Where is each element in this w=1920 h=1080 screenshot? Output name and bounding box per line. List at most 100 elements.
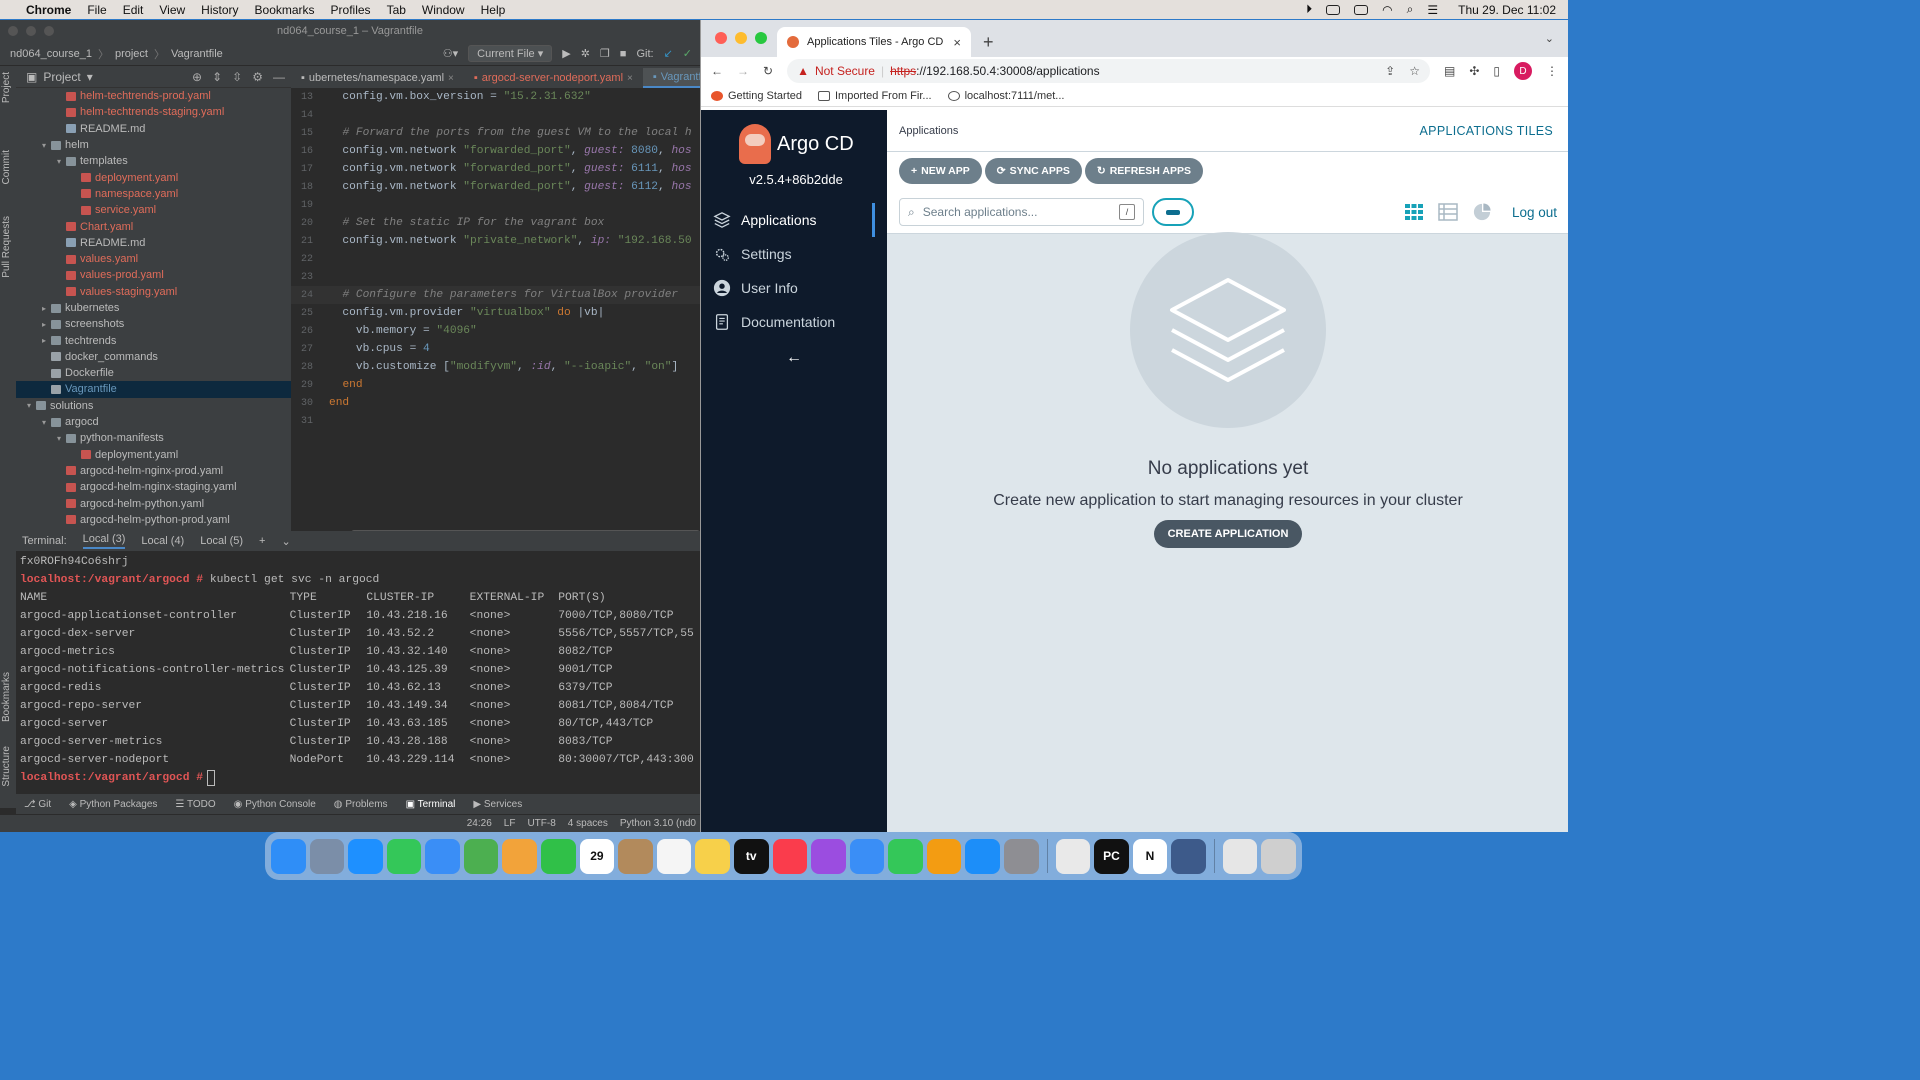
ide-minimize-button[interactable] [26,26,36,36]
menu-profiles[interactable]: Profiles [331,3,371,17]
expand-all-icon[interactable]: ⇕ [212,70,222,84]
line-separator[interactable]: LF [504,818,516,829]
services-tool-button[interactable]: ▶ Services [473,799,522,810]
tree-item[interactable]: ▸ screenshots [16,316,291,332]
menu-edit[interactable]: Edit [123,3,144,17]
coverage-icon[interactable]: ❐ [600,47,610,60]
refresh-apps-button[interactable]: ↻ REFRESH APPS [1084,158,1203,184]
tiles-view-icon[interactable] [1404,203,1424,221]
spotlight-search-icon[interactable]: ⌕ [1407,2,1414,17]
address-bar[interactable]: ▲ Not Secure | https://192.168.50.4:3000… [787,59,1430,83]
terminal-output[interactable]: fx0ROFh94Co6shrj localhost:/vagrant/argo… [16,551,700,789]
tree-item[interactable]: deployment.yaml [16,447,291,463]
gear-icon[interactable]: ⚙ [252,70,263,84]
breadcrumb-project[interactable]: nd064_course_1 [10,48,92,60]
tree-item[interactable]: ▾ python-manifests [16,430,291,446]
collapse-sidebar-arrow-icon[interactable]: ← [701,349,887,367]
notion-icon[interactable]: N [1132,838,1168,874]
nav-user-info[interactable]: User Info [701,271,887,305]
bookmark-imported[interactable]: Imported From Fir... [818,90,932,102]
podcasts-icon[interactable] [811,838,846,874]
terminal-tab-local-5[interactable]: Local (5) [200,535,243,547]
menu-tab[interactable]: Tab [387,3,406,17]
breadcrumb-file[interactable]: Vagrantfile [171,48,223,60]
git-update-icon[interactable]: ↙ [664,47,673,60]
sidebar-icon[interactable]: ▯ [1493,64,1500,78]
bookmark-localhost[interactable]: localhost:7111/met... [947,90,1064,102]
kebab-menu-icon[interactable]: ⋮ [1546,64,1558,78]
pages-icon[interactable] [926,838,962,874]
display-icon[interactable] [1326,4,1341,15]
ide-zoom-button[interactable] [44,26,54,36]
numbers-icon[interactable] [888,838,923,874]
pull-requests-tool-tab[interactable]: Pull Requests [1,216,12,278]
add-terminal-icon[interactable]: + [259,535,265,547]
puzzle-icon[interactable]: ✣ [1469,64,1479,78]
editor-tab[interactable]: ▪Vagrantfile× [642,68,700,88]
structure-tool-tab[interactable]: Structure [1,746,12,787]
warning-icon[interactable]: ▲ [797,64,809,78]
run-configuration-select[interactable]: Current File ▾ [468,45,553,62]
appstore-icon[interactable] [965,838,1000,874]
python-packages-tool-button[interactable]: ◈ Python Packages [69,799,157,810]
chrome-minimize-button[interactable] [735,32,747,44]
not-secure-label[interactable]: Not Secure [815,64,875,78]
code-area[interactable]: 13 config.vm.box_version = "15.2.31.632"… [291,88,700,430]
wifi-icon[interactable]: ◠ [1382,3,1392,17]
chevron-down-icon[interactable]: ▾ [39,141,49,150]
bookmarks-tool-tab[interactable]: Bookmarks [1,672,12,722]
tree-item[interactable]: Vagrantfile [16,381,291,398]
ide-close-button[interactable] [8,26,18,36]
sync-apps-button[interactable]: ⟳ SYNC APPS [984,158,1082,184]
tree-item[interactable]: ▾ templates [16,153,291,169]
tree-item[interactable]: docker_commands [16,349,291,365]
tab-search-icon[interactable]: ⌄ [1545,32,1554,45]
notes-icon[interactable] [695,838,730,874]
tree-item[interactable]: deployment.yaml [16,169,291,185]
tree-item[interactable]: helm-techtrends-prod.yaml [16,88,291,104]
tree-item[interactable]: ▾ solutions [16,398,291,414]
user-icon[interactable]: ⚇▾ [443,47,458,60]
terminal-tab-local-4[interactable]: Local (4) [141,535,184,547]
menu-bookmarks[interactable]: Bookmarks [255,3,315,17]
new-app-button[interactable]: + NEW APP [899,158,982,184]
appletv-icon[interactable]: tv [733,838,769,874]
tree-item[interactable]: values-prod.yaml [16,267,291,283]
control-center-icon[interactable]: ☰ [1427,3,1438,17]
menu-history[interactable]: History [201,3,238,17]
menu-file[interactable]: File [87,3,106,17]
facetime-icon[interactable] [541,838,576,874]
screen-recording-icon[interactable]: ⏵ [1306,2,1312,17]
tree-item[interactable]: Dockerfile [16,365,291,381]
todo-tool-button[interactable]: ☰ TODO [175,799,215,810]
menu-app-name[interactable]: Chrome [26,3,71,17]
project-tool-tab[interactable]: Project [1,72,12,103]
close-tab-icon[interactable]: × [627,73,633,84]
filter-toggle-button[interactable] [1152,198,1194,226]
extension-icon[interactable]: ▤ [1444,64,1455,78]
photos-icon[interactable] [502,838,538,874]
close-tab-icon[interactable]: × [953,35,961,50]
chevron-down-icon[interactable]: ▾ [54,157,64,166]
bookmark-getting-started[interactable]: Getting Started [711,90,802,102]
maps-icon[interactable] [463,838,499,874]
reminders-icon[interactable] [656,838,692,874]
hide-icon[interactable]: — [273,70,285,84]
calendar-icon[interactable]: 29 [579,838,615,874]
tree-item[interactable]: Chart.yaml [16,218,291,234]
locate-icon[interactable]: ⊕ [192,70,202,84]
tree-item[interactable]: argocd-helm-nginx-staging.yaml [16,479,291,495]
share-icon[interactable]: ⇪ [1385,64,1403,78]
editor-tab[interactable]: ▪ ubernetes/namespace.yaml × [291,68,464,88]
system-preferences-icon[interactable] [1003,838,1039,874]
tree-item[interactable]: argocd-helm-python-prod.yaml [16,512,291,528]
launchpad-icon[interactable] [309,838,345,874]
tree-item[interactable]: ▾ argocd [16,414,291,430]
close-tab-icon[interactable]: × [448,73,454,84]
forward-arrow-icon[interactable]: → [737,64,749,78]
virtualbox-icon[interactable] [1171,838,1206,874]
tree-item[interactable]: values.yaml [16,251,291,267]
tree-item[interactable]: ▸ techtrends [16,332,291,348]
editor-tab[interactable]: ▪ argocd-server-nodeport.yaml × [464,68,643,88]
stop-icon[interactable]: ■ [620,48,627,60]
